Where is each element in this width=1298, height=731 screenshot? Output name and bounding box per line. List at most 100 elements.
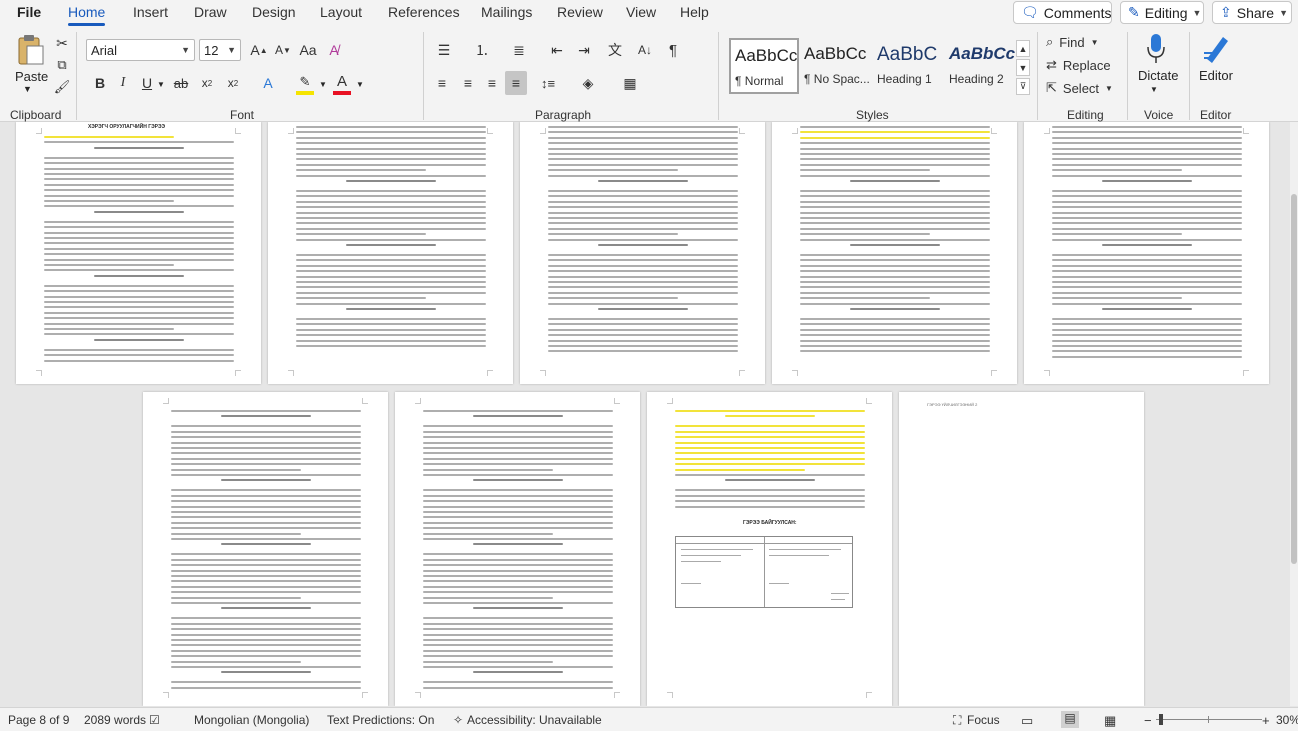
zoom-in-icon[interactable]: + — [1262, 713, 1270, 728]
tab-insert[interactable]: Insert — [133, 4, 168, 20]
style-heading-2[interactable]: AaBbCc Heading 2 — [945, 38, 1015, 94]
word-count[interactable]: 2089 words — [84, 713, 146, 727]
tab-help[interactable]: Help — [680, 4, 709, 20]
chevron-down-icon[interactable]: ▼ — [157, 80, 165, 89]
read-mode-icon[interactable]: ▭ — [1021, 713, 1033, 729]
share-button[interactable]: ⇪ Share ▼ — [1212, 1, 1292, 24]
underline-button[interactable]: U — [138, 73, 156, 93]
text-line — [800, 147, 990, 150]
dictate-label[interactable]: Dictate — [1138, 68, 1178, 83]
focus-button[interactable]: Focus — [967, 713, 1000, 727]
styles-scroll-down-icon[interactable]: ▼ — [1016, 59, 1030, 76]
paste-label[interactable]: Paste — [15, 69, 48, 84]
bullets-icon[interactable]: ☰ — [432, 39, 456, 61]
subscript-button[interactable]: x2 — [196, 73, 218, 93]
tab-home[interactable]: Home — [68, 4, 106, 26]
proofing-icon[interactable]: ☑ — [149, 713, 160, 727]
font-family-combo[interactable]: Arial ▼ — [86, 39, 195, 61]
clear-formatting-icon[interactable]: A̸ — [324, 40, 344, 60]
page-9[interactable]: ГЭРЭЭ ҮЙЛЧИЛГЭЭНИЙ 2 — [899, 392, 1144, 706]
text-line — [171, 457, 361, 460]
change-case-icon[interactable]: Aa — [298, 40, 318, 60]
page-1[interactable]: ХЭРЭГЧ ОРУУЛАГЧИЙН ГЭРЭЭ — [16, 122, 261, 384]
cut-icon[interactable]: ✂ — [53, 34, 71, 52]
chevron-down-icon[interactable]: ▼ — [1150, 85, 1158, 94]
tab-view[interactable]: View — [626, 4, 656, 20]
select-button[interactable]: ⇱ Select ▼ — [1046, 78, 1113, 98]
comments-button[interactable]: 🗨 Comments — [1013, 1, 1112, 24]
accessibility-status[interactable]: Accessibility: Unavailable — [467, 713, 602, 727]
editing-mode-button[interactable]: ✎ Editing ▼ — [1120, 1, 1204, 24]
highlight-pen-icon[interactable]: ✎ — [294, 72, 316, 92]
italic-button[interactable]: I — [114, 73, 132, 93]
page-3[interactable] — [520, 122, 765, 384]
style-no-spacing[interactable]: AaBbCc ¶ No Spac... — [800, 38, 870, 94]
align-right-icon[interactable]: ≡ — [482, 72, 502, 94]
zoom-slider-thumb[interactable] — [1159, 714, 1163, 725]
tab-file[interactable]: File — [17, 4, 41, 20]
document-canvas[interactable]: ХЭРЭГЧ ОРУУЛАГЧИЙН ГЭРЭЭ ГЭРЭЭ БАЙГУУЛСА… — [0, 122, 1290, 706]
language-status[interactable]: Mongolian (Mongolia) — [194, 713, 309, 727]
replace-button[interactable]: ⇄ Replace — [1046, 55, 1111, 75]
align-center-icon[interactable]: ≡ — [458, 72, 478, 94]
page-7[interactable] — [395, 392, 640, 706]
borders-icon[interactable]: ▦ — [617, 72, 643, 94]
chevron-down-icon[interactable]: ▼ — [23, 84, 32, 94]
text-line — [675, 457, 865, 460]
tab-draw[interactable]: Draw — [194, 4, 227, 20]
zoom-out-icon[interactable]: − — [1144, 713, 1152, 728]
style-heading-1[interactable]: AaBbC Heading 1 — [873, 38, 943, 94]
zoom-level[interactable]: 30% — [1276, 713, 1298, 727]
numbering-icon[interactable]: ⒈ — [470, 39, 494, 61]
tab-mailings[interactable]: Mailings — [481, 4, 532, 20]
grow-font-icon[interactable]: A ▲ — [248, 40, 270, 60]
zoom-slider[interactable] — [1156, 719, 1262, 720]
decrease-indent-icon[interactable]: ⇤ — [546, 39, 568, 61]
paste-button[interactable] — [14, 34, 46, 66]
text-effects-icon[interactable]: A — [257, 73, 279, 93]
tab-review[interactable]: Review — [557, 4, 603, 20]
bold-button[interactable]: B — [91, 73, 109, 93]
copy-icon[interactable]: ⧉ — [53, 56, 71, 74]
line-spacing-icon[interactable]: ↕≡ — [535, 72, 561, 94]
find-button[interactable]: ⌕ Find ▼ — [1046, 32, 1099, 52]
page-5[interactable] — [1024, 122, 1269, 384]
scrollbar-thumb[interactable] — [1291, 194, 1297, 564]
asian-layout-icon[interactable]: 文 — [604, 39, 626, 61]
style-normal[interactable]: AaBbCc ¶ Normal — [729, 38, 799, 94]
text-line — [171, 553, 361, 556]
editor-pen-icon[interactable] — [1199, 32, 1233, 66]
text-line — [548, 169, 678, 172]
chevron-down-icon[interactable]: ▼ — [356, 80, 364, 89]
print-layout-icon[interactable]: ▤ — [1061, 711, 1079, 728]
page-2[interactable] — [268, 122, 513, 384]
page-8[interactable]: ГЭРЭЭ БАЙГУУЛСАН: — [647, 392, 892, 706]
font-size-combo[interactable]: 12 ▼ — [199, 39, 241, 61]
sort-icon[interactable]: A↓ — [634, 39, 656, 61]
page-4[interactable] — [772, 122, 1017, 384]
strikethrough-button[interactable]: ab — [170, 73, 192, 93]
editor-label[interactable]: Editor — [1199, 68, 1233, 83]
tab-design[interactable]: Design — [252, 4, 296, 20]
page-6[interactable] — [143, 392, 388, 706]
dictate-microphone-icon[interactable] — [1141, 32, 1171, 66]
superscript-button[interactable]: x2 — [222, 73, 244, 93]
format-painter-icon[interactable]: 🖌 — [53, 78, 71, 96]
increase-indent-icon[interactable]: ⇥ — [573, 39, 595, 61]
font-color-icon[interactable]: A — [332, 71, 352, 91]
justify-icon[interactable]: ≡ — [505, 71, 527, 95]
page-count[interactable]: Page 8 of 9 — [8, 713, 69, 727]
tab-layout[interactable]: Layout — [320, 4, 362, 20]
web-layout-icon[interactable]: ▦ — [1104, 713, 1116, 729]
text-predictions-status[interactable]: Text Predictions: On — [327, 713, 434, 727]
multilevel-list-icon[interactable]: ≣ — [507, 39, 531, 61]
vertical-scrollbar[interactable] — [1290, 122, 1298, 706]
shrink-font-icon[interactable]: A ▼ — [272, 40, 294, 60]
styles-scroll-up-icon[interactable]: ▲ — [1016, 40, 1030, 57]
shading-icon[interactable]: ◈ — [575, 72, 601, 94]
align-left-icon[interactable]: ≡ — [432, 72, 452, 94]
show-formatting-marks-icon[interactable]: ¶ — [662, 39, 684, 61]
styles-more-icon[interactable]: ⊽ — [1016, 78, 1030, 95]
chevron-down-icon[interactable]: ▼ — [319, 80, 327, 89]
tab-references[interactable]: References — [388, 4, 460, 20]
